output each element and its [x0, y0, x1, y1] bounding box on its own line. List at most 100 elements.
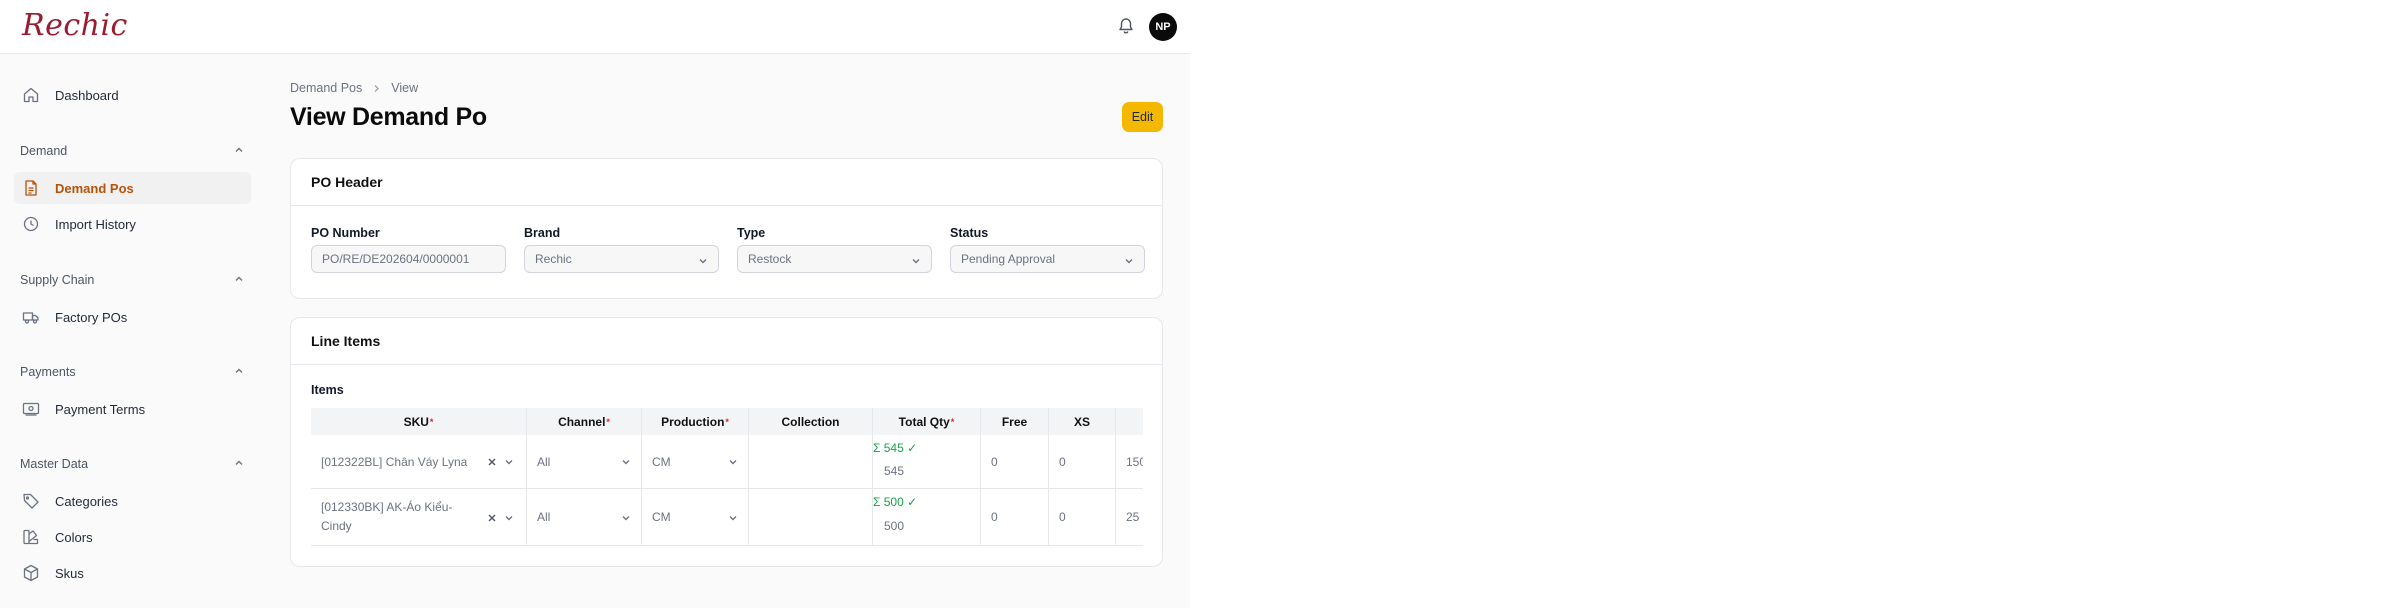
collection-cell[interactable]	[749, 489, 873, 545]
group-label: Demand	[20, 144, 68, 158]
free-value: 0	[991, 454, 998, 469]
group-toggle-demand[interactable]: Demand	[20, 141, 244, 161]
sidebar-item-label: Colors	[55, 529, 93, 545]
group-toggle-payments[interactable]: Payments	[20, 362, 244, 382]
collection-cell[interactable]	[749, 435, 873, 488]
qty-sum-indicator: Σ 500 ✓	[873, 495, 918, 509]
chevron-up-icon	[234, 455, 244, 473]
sidebar-item-label: Categories	[55, 493, 118, 509]
table-header: SKU * Channel * Production * Collection Tot…	[311, 408, 1143, 435]
tag-icon	[21, 491, 41, 511]
app-shell: Rechic NP Dashboard Demand Demand Pos Im…	[0, 0, 1190, 608]
production-value: CM	[652, 454, 671, 469]
sidebar-item-skus[interactable]: Skus	[14, 557, 251, 589]
sku-value: [012330BK] AK-Áo Kiểu-Cindy	[321, 500, 453, 533]
cash-icon	[21, 399, 41, 419]
items-label: Items	[311, 383, 344, 397]
chevron-down-icon	[621, 456, 631, 470]
clear-icon[interactable]	[487, 456, 497, 470]
sidebar-item-label: Import History	[55, 216, 136, 232]
xs-cell[interactable]: 0	[1049, 435, 1116, 488]
breadcrumb-parent[interactable]: Demand Pos	[290, 81, 362, 95]
card-title: Line Items	[291, 318, 1162, 365]
sidebar-item-dashboard[interactable]: Dashboard	[14, 79, 251, 111]
type-select[interactable]: Restock	[737, 245, 932, 273]
column-header-xs: XS	[1049, 408, 1116, 435]
production-cell[interactable]: CM	[642, 489, 749, 545]
production-cell[interactable]: CM	[642, 435, 749, 488]
breadcrumb: Demand Pos View	[290, 81, 418, 95]
channel-value: All	[537, 454, 551, 469]
column-header-sku: SKU *	[311, 408, 527, 435]
total-qty-value: 500	[884, 519, 905, 533]
column-header-collection: Collection	[749, 408, 873, 435]
group-toggle-supply-chain[interactable]: Supply Chain	[20, 270, 244, 290]
brand-logo[interactable]: Rechic	[22, 8, 128, 43]
box-icon	[21, 563, 41, 583]
next-size-cell[interactable]: 25	[1116, 489, 1143, 545]
chevron-down-icon[interactable]	[504, 512, 514, 526]
line-items-table[interactable]: SKU * Channel * Production * Collection Tot…	[311, 408, 1143, 546]
total-qty-value: 545	[884, 464, 905, 478]
total-qty-cell[interactable]: Σ 545 ✓ 545	[873, 435, 981, 488]
chevron-down-icon	[621, 512, 631, 526]
po-number-value: PO/RE/DE202604/0000001	[322, 252, 470, 266]
type-label: Type	[737, 226, 766, 240]
sidebar-item-payment-terms[interactable]: Payment Terms	[14, 393, 251, 425]
chevron-up-icon	[234, 271, 244, 289]
breadcrumb-current: View	[391, 81, 419, 95]
xs-value: 0	[1059, 454, 1066, 469]
chevron-down-icon	[911, 255, 921, 269]
brand-select[interactable]: Rechic	[524, 245, 719, 273]
next-size-value: 150	[1126, 454, 1143, 469]
chevron-down-icon[interactable]	[504, 456, 514, 470]
edit-button[interactable]: Edit	[1122, 102, 1163, 132]
brand-value: Rechic	[535, 252, 572, 266]
sidebar-item-label: Dashboard	[55, 87, 119, 103]
sidebar-item-categories[interactable]: Categories	[14, 485, 251, 517]
free-value: 0	[991, 510, 998, 524]
status-select[interactable]: Pending Approval	[950, 245, 1145, 273]
sidebar-item-label: Demand Pos	[55, 180, 134, 196]
chevron-down-icon	[728, 512, 738, 526]
xs-value: 0	[1059, 510, 1066, 524]
chevron-down-icon	[1124, 255, 1134, 269]
total-qty-cell[interactable]: Σ 500 ✓ 500	[873, 489, 981, 545]
channel-cell[interactable]: All	[527, 435, 642, 488]
channel-value: All	[537, 510, 551, 524]
clock-icon	[21, 214, 41, 234]
truck-icon	[21, 307, 41, 327]
line-items-card: Line Items Items SKU * Channel * Productio…	[290, 317, 1163, 567]
home-icon	[21, 85, 41, 105]
top-bar: Rechic NP	[0, 0, 1190, 54]
sku-cell[interactable]: [012330BK] AK-Áo Kiểu-Cindy	[311, 489, 527, 545]
next-size-cell[interactable]: 150	[1116, 435, 1143, 488]
clear-icon[interactable]	[487, 512, 497, 526]
sidebar-item-label: Skus	[55, 565, 84, 581]
free-cell[interactable]: 0	[981, 489, 1049, 545]
production-value: CM	[652, 510, 671, 524]
po-number-label: PO Number	[311, 226, 380, 240]
column-header-free: Free	[981, 408, 1049, 435]
group-label: Master Data	[20, 457, 89, 471]
status-label: Status	[950, 226, 989, 240]
group-label: Supply Chain	[20, 273, 95, 287]
po-number-field[interactable]: PO/RE/DE202604/0000001	[311, 245, 506, 273]
xs-cell[interactable]: 0	[1049, 489, 1116, 545]
sidebar-item-label: Payment Terms	[55, 401, 146, 417]
sku-cell[interactable]: [012322BL] Chân Váy Lyna	[311, 435, 527, 488]
bell-icon[interactable]	[1116, 16, 1136, 36]
sidebar-item-import-history[interactable]: Import History	[14, 208, 251, 240]
channel-cell[interactable]: All	[527, 489, 642, 545]
sidebar-item-demand-pos[interactable]: Demand Pos	[14, 172, 251, 204]
chevron-up-icon	[234, 142, 244, 160]
group-toggle-master-data[interactable]: Master Data	[20, 454, 244, 474]
user-avatar[interactable]: NP	[1149, 13, 1177, 41]
sidebar-item-factory-pos[interactable]: Factory POs	[14, 301, 251, 333]
brand-label: Brand	[524, 226, 561, 240]
sku-value: [012322BL] Chân Váy Lyna	[321, 454, 468, 469]
chevron-down-icon	[698, 255, 708, 269]
sidebar-item-colors[interactable]: Colors	[14, 521, 251, 553]
free-cell[interactable]: 0	[981, 435, 1049, 488]
column-header-total-qty: Total Qty *	[873, 408, 981, 435]
